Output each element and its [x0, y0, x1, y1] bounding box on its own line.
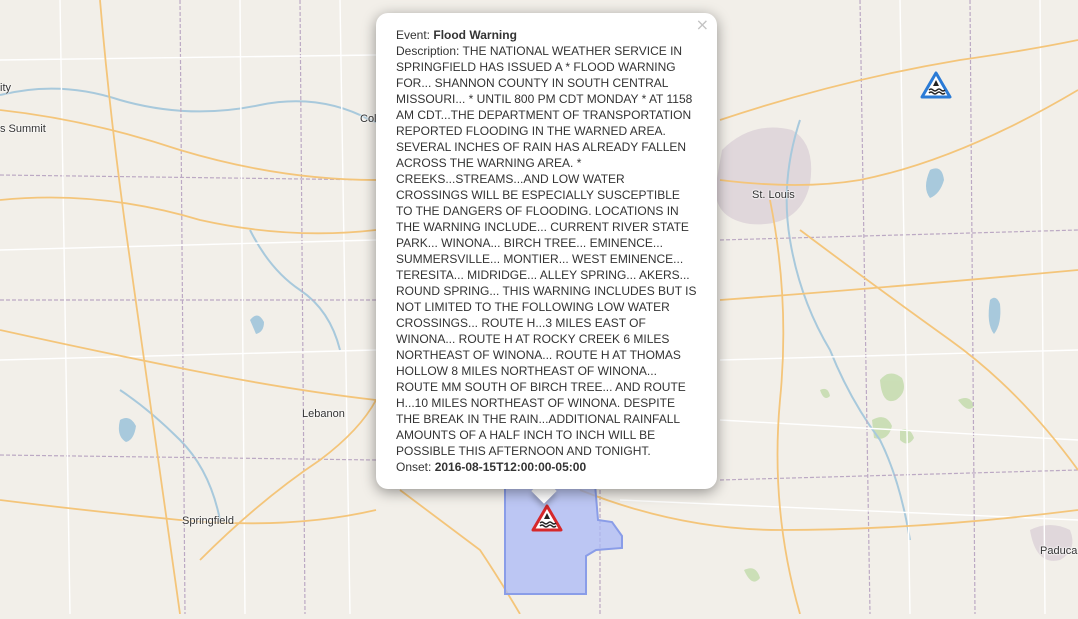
city-label-columbia: Col — [360, 113, 377, 125]
description-value: THE NATIONAL WEATHER SERVICE IN SPRINGFI… — [396, 44, 697, 458]
event-row: Event: Flood Warning — [396, 27, 697, 43]
event-label: Event: — [396, 28, 434, 42]
flood-watch-icon — [920, 71, 952, 99]
description-row: Description: THE NATIONAL WEATHER SERVIC… — [396, 43, 697, 459]
flood-watch-marker[interactable] — [920, 71, 952, 104]
popup-content: Event: Flood Warning Description: THE NA… — [396, 27, 697, 475]
city-label-st-louis: St. Louis — [752, 189, 795, 201]
onset-value: 2016-08-15T12:00:00-05:00 — [434, 460, 587, 474]
flood-warning-icon — [531, 504, 563, 532]
onset-label: Onset: — [396, 460, 435, 474]
flood-warning-marker[interactable] — [531, 504, 563, 537]
city-label-paducah: Paduca — [1040, 545, 1078, 557]
popup-close-button[interactable]: × — [696, 17, 709, 33]
city-label-springfield: Springfield — [182, 515, 234, 527]
event-value: Flood Warning — [433, 28, 517, 42]
onset-row: Onset: 2016-08-15T12:00:00-05:00 — [396, 459, 697, 475]
description-label: Description: — [396, 44, 463, 58]
alert-popup: × Event: Flood Warning Description: THE … — [376, 13, 717, 489]
city-label-lebanon: Lebanon — [302, 408, 345, 420]
city-label-lees-summit: s Summit — [0, 123, 46, 135]
city-label-kansas-city: ity — [0, 82, 11, 94]
